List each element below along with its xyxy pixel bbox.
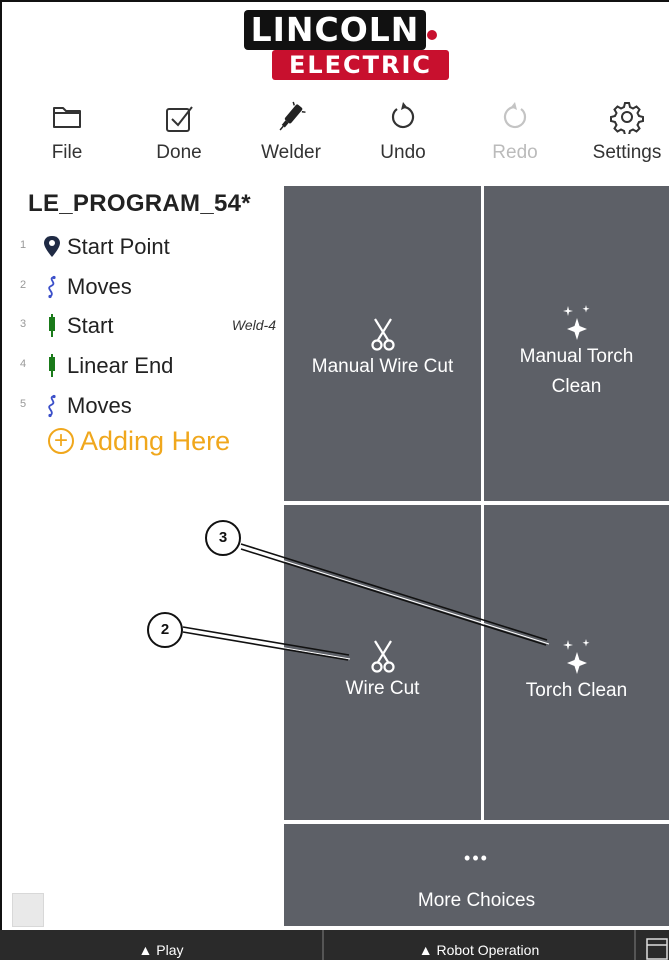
scissors-icon [370, 318, 395, 351]
plus-circle-icon: + [48, 428, 74, 454]
squiggle-moves-icon [48, 275, 56, 299]
callout-2: 2 [147, 612, 183, 648]
step-number: 1 [20, 239, 27, 251]
step-label: Moves [67, 393, 132, 418]
torch-clean-label: Torch Clean [525, 680, 628, 701]
step-number: 3 [20, 318, 27, 330]
keyboard-icon[interactable] [646, 938, 668, 960]
squiggle-moves-icon [48, 394, 56, 418]
file-label: File [51, 142, 83, 163]
redo-icon [503, 102, 527, 129]
adding-here-insertion-point[interactable]: + Adding Here [48, 426, 230, 457]
step-label: Moves [67, 274, 132, 299]
manual-wire-cut-label: Manual Wire Cut [311, 356, 454, 377]
more-choices-tile[interactable]: ••• More Choices [284, 824, 669, 926]
more-dots-icon: ••• [464, 848, 489, 868]
toolbar: File Done Welder Undo Redo Settings [0, 92, 669, 180]
torch-end-icon [49, 354, 55, 377]
welding-torch-icon [279, 101, 306, 131]
more-choices-label: More Choices [417, 890, 536, 911]
logo-line2: ELECTRIC [272, 50, 449, 80]
callout-3: 3 [205, 520, 241, 556]
manual-torch-clean-tile[interactable]: Manual Torch Clean [484, 186, 669, 501]
torch-start-icon [49, 314, 55, 337]
undo-button[interactable]: Undo [353, 92, 453, 180]
file-button[interactable]: File [17, 92, 117, 180]
lincoln-electric-logo: LINCOLN ELECTRIC [244, 10, 449, 80]
wire-cut-tile[interactable]: Wire Cut [284, 505, 481, 820]
welder-button[interactable]: Welder [241, 92, 341, 180]
sparkle-icon [562, 305, 589, 340]
robot-operation-button[interactable]: ▲ Robot Operation [324, 930, 634, 960]
folder-icon [53, 107, 81, 128]
undo-icon [391, 102, 415, 129]
step-number: 4 [20, 358, 27, 370]
gear-icon [610, 102, 644, 134]
step-number: 2 [20, 279, 27, 291]
scissors-icon [370, 640, 395, 673]
logo-registered-mark [427, 30, 437, 40]
bottom-separator [634, 930, 636, 960]
adding-here-label: Adding Here [80, 426, 231, 456]
program-step-4[interactable]: 4 Linear End [12, 348, 282, 384]
step-label: Linear End [67, 353, 174, 378]
step-number: 5 [20, 398, 27, 410]
step-label: Start Point [67, 234, 170, 259]
program-step-2[interactable]: 2 Moves [12, 269, 282, 305]
weld-tag: Weld-4 [231, 317, 276, 333]
play-button[interactable]: ▲ Play [0, 930, 322, 960]
location-pin-icon [44, 236, 60, 257]
sparkle-icon [562, 639, 589, 674]
manual-wire-cut-tile[interactable]: Manual Wire Cut [284, 186, 481, 501]
torch-clean-tile[interactable]: Torch Clean [484, 505, 669, 820]
bottom-bar: ▲ Play ▲ Robot Operation [0, 930, 669, 960]
manual-torch-clean-label-line1: Manual Torch [519, 346, 634, 367]
settings-button[interactable]: Settings [577, 92, 669, 180]
redo-button[interactable]: Redo [465, 92, 565, 180]
program-title: LE_PROGRAM_54* [28, 190, 251, 217]
program-step-1[interactable]: 1 Start Point [12, 229, 282, 265]
manual-torch-clean-label-line2: Clean [551, 376, 602, 397]
checkbox-check-icon [166, 106, 193, 132]
undo-label: Undo [380, 142, 426, 163]
program-step-3[interactable]: 3 Start Weld-4 [12, 308, 282, 344]
redo-label: Redo [492, 142, 538, 163]
wire-cut-label: Wire Cut [345, 678, 420, 699]
done-button[interactable]: Done [129, 92, 229, 180]
program-panel: LE_PROGRAM_54* 1 Start Point 2 Moves 3 S… [12, 184, 282, 904]
welder-label: Welder [261, 142, 321, 163]
settings-label: Settings [592, 142, 662, 163]
panel-scroll-handle[interactable] [12, 893, 44, 927]
logo-line1: LINCOLN [244, 10, 426, 50]
done-label: Done [156, 142, 202, 163]
program-step-5[interactable]: 5 Moves [12, 388, 282, 424]
step-label: Start [67, 313, 114, 338]
